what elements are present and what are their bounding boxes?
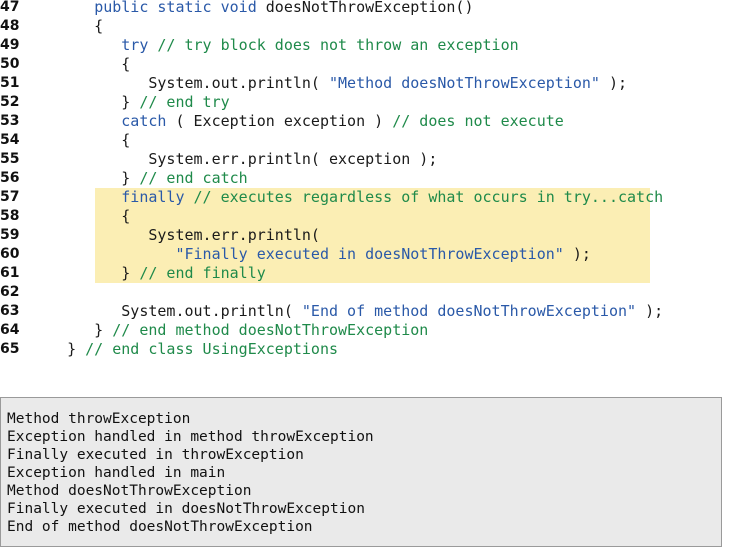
line-number: 56 bbox=[0, 170, 20, 186]
output-lines: Method throwException Exception handled i… bbox=[7, 410, 715, 536]
line-number: 64 bbox=[0, 322, 20, 338]
program-output-panel: Method throwException Exception handled i… bbox=[0, 397, 722, 547]
output-line: Finally executed in throwException bbox=[7, 447, 304, 463]
line-number: 50 bbox=[0, 56, 20, 72]
line-number: 65 bbox=[0, 341, 20, 357]
line-code: System.err.println( bbox=[40, 226, 320, 244]
line-code: System.out.println( "End of method doesN… bbox=[40, 302, 664, 320]
output-line: Exception handled in main bbox=[7, 465, 226, 481]
line-code: System.err.println( exception ); bbox=[40, 150, 438, 168]
line-code: try // try block does not throw an excep… bbox=[121, 36, 519, 54]
line-code: "Finally executed in doesNotThrowExcepti… bbox=[175, 245, 591, 263]
line-code: } // end method doesNotThrowException bbox=[40, 321, 429, 339]
line-number: 47 bbox=[0, 0, 20, 15]
output-line: Method throwException bbox=[7, 411, 191, 427]
line-number: 49 bbox=[0, 37, 20, 53]
line-number: 58 bbox=[0, 208, 20, 224]
line-code: catch ( Exception exception ) // does no… bbox=[121, 112, 564, 130]
line-code: } // end catch bbox=[40, 169, 248, 187]
line-number: 61 bbox=[0, 265, 20, 281]
line-code: System.out.println( "Method doesNotThrow… bbox=[40, 74, 628, 92]
output-line: Finally executed in doesNotThrowExceptio… bbox=[7, 501, 365, 517]
output-line: End of method doesNotThrowException bbox=[7, 519, 313, 535]
line-number: 62 bbox=[0, 284, 20, 300]
line-number: 57 bbox=[0, 189, 20, 205]
line-number: 53 bbox=[0, 113, 20, 129]
code-listing: 47 public static void doesNotThrowExcept… bbox=[0, 0, 737, 372]
line-code: } // end class UsingExceptions bbox=[40, 340, 339, 358]
output-line: Method doesNotThrowException bbox=[7, 483, 252, 499]
line-code: } // end try bbox=[40, 93, 230, 111]
line-code: public static void doesNotThrowException… bbox=[94, 0, 474, 16]
line-number: 60 bbox=[0, 246, 20, 262]
line-number: 63 bbox=[0, 303, 20, 319]
output-line: Exception handled in method throwExcepti… bbox=[7, 429, 374, 445]
line-number: 51 bbox=[0, 75, 20, 91]
line-number: 52 bbox=[0, 94, 20, 110]
line-number: 48 bbox=[0, 18, 20, 34]
line-code: { bbox=[40, 207, 131, 225]
line-code: { bbox=[40, 55, 131, 73]
line-number: 55 bbox=[0, 151, 20, 167]
line-code: } // end finally bbox=[40, 264, 266, 282]
line-code: { bbox=[40, 17, 104, 35]
line-code: { bbox=[40, 131, 131, 149]
line-number: 54 bbox=[0, 132, 20, 148]
line-number: 59 bbox=[0, 227, 20, 243]
line-code: finally // executes regardless of what o… bbox=[121, 188, 664, 206]
